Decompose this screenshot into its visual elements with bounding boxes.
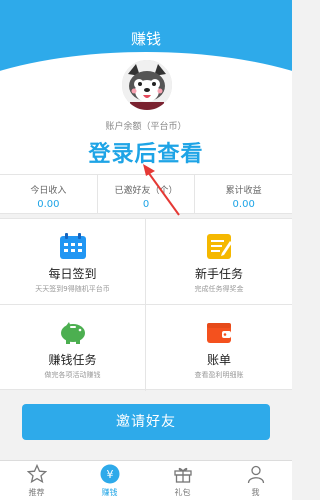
tile-title: 赚钱任务 (48, 353, 97, 367)
stat-label: 累计收益 (225, 186, 262, 196)
tab-label: 我 (251, 488, 260, 497)
stat-label: 今日收入 (30, 186, 67, 196)
tab-earn[interactable]: ¥ 赚钱 (73, 461, 146, 500)
page-title: 赚钱 (130, 30, 161, 48)
tile-title: 新手任务 (194, 267, 243, 281)
feature-grid: 每日签到 天天签到9得随机平台币 新手任务 完成任务得奖金 赚钱任务 做完各项活… (0, 218, 292, 391)
wallet-icon (207, 323, 231, 343)
gift-icon (174, 467, 192, 483)
balance-label: 账户余额（平台币） (105, 122, 187, 132)
stat-value: 0.00 (232, 199, 255, 210)
tab-label: 礼包 (174, 488, 191, 497)
tab-me[interactable]: 我 (219, 461, 292, 500)
cartoon-dog-icon (122, 60, 172, 110)
newbie-tasks-tile[interactable]: 新手任务 完成任务得奖金 (146, 219, 292, 305)
star-icon (27, 464, 47, 484)
tile-subtitle: 查看盈利明细账 (194, 371, 244, 379)
stat-today-income: 今日收入 0.00 (0, 175, 97, 213)
avatar[interactable] (120, 58, 174, 112)
stat-total-earnings: 累计收益 0.00 (194, 175, 292, 213)
tab-recommend[interactable]: 推荐 (0, 461, 73, 500)
invite-friends-button[interactable]: 邀请好友 (22, 404, 270, 440)
person-icon (247, 465, 265, 484)
tile-subtitle: 天天签到9得随机平台币 (35, 285, 110, 293)
tab-label: 赚钱 (101, 488, 118, 497)
svg-text:¥: ¥ (107, 468, 114, 481)
bill-tile[interactable]: 账单 查看盈利明细账 (146, 305, 292, 391)
tile-subtitle: 做完各项活动赚钱 (44, 371, 101, 379)
tab-label: 推荐 (28, 488, 45, 497)
calendar-icon (60, 233, 86, 259)
yen-icon: ¥ (100, 464, 120, 484)
stat-value: 0 (142, 199, 150, 210)
profile-section: 账户余额（平台币） 登录后查看 (0, 58, 292, 174)
stat-invited-friends: 已邀好友（个） 0 (96, 175, 195, 213)
bottom-tab-bar: 推荐 ¥ 赚钱 礼包 我 (0, 460, 292, 500)
stat-label: 已邀好友（个） (114, 186, 178, 196)
tab-gift[interactable]: 礼包 (146, 461, 219, 500)
notepad-icon (207, 234, 232, 259)
tile-subtitle: 完成任务得奖金 (194, 285, 244, 293)
earning-tasks-tile[interactable]: 赚钱任务 做完各项活动赚钱 (0, 305, 146, 391)
tile-title: 每日签到 (48, 267, 97, 281)
piggy-bank-icon (61, 322, 85, 344)
tile-title: 账单 (206, 353, 231, 367)
stat-value: 0.00 (37, 199, 60, 210)
login-prompt-link[interactable]: 登录后查看 (0, 136, 292, 168)
daily-checkin-tile[interactable]: 每日签到 天天签到9得随机平台币 (0, 219, 146, 305)
stats-row: 今日收入 0.00 已邀好友（个） 0 累计收益 0.00 (0, 174, 292, 214)
